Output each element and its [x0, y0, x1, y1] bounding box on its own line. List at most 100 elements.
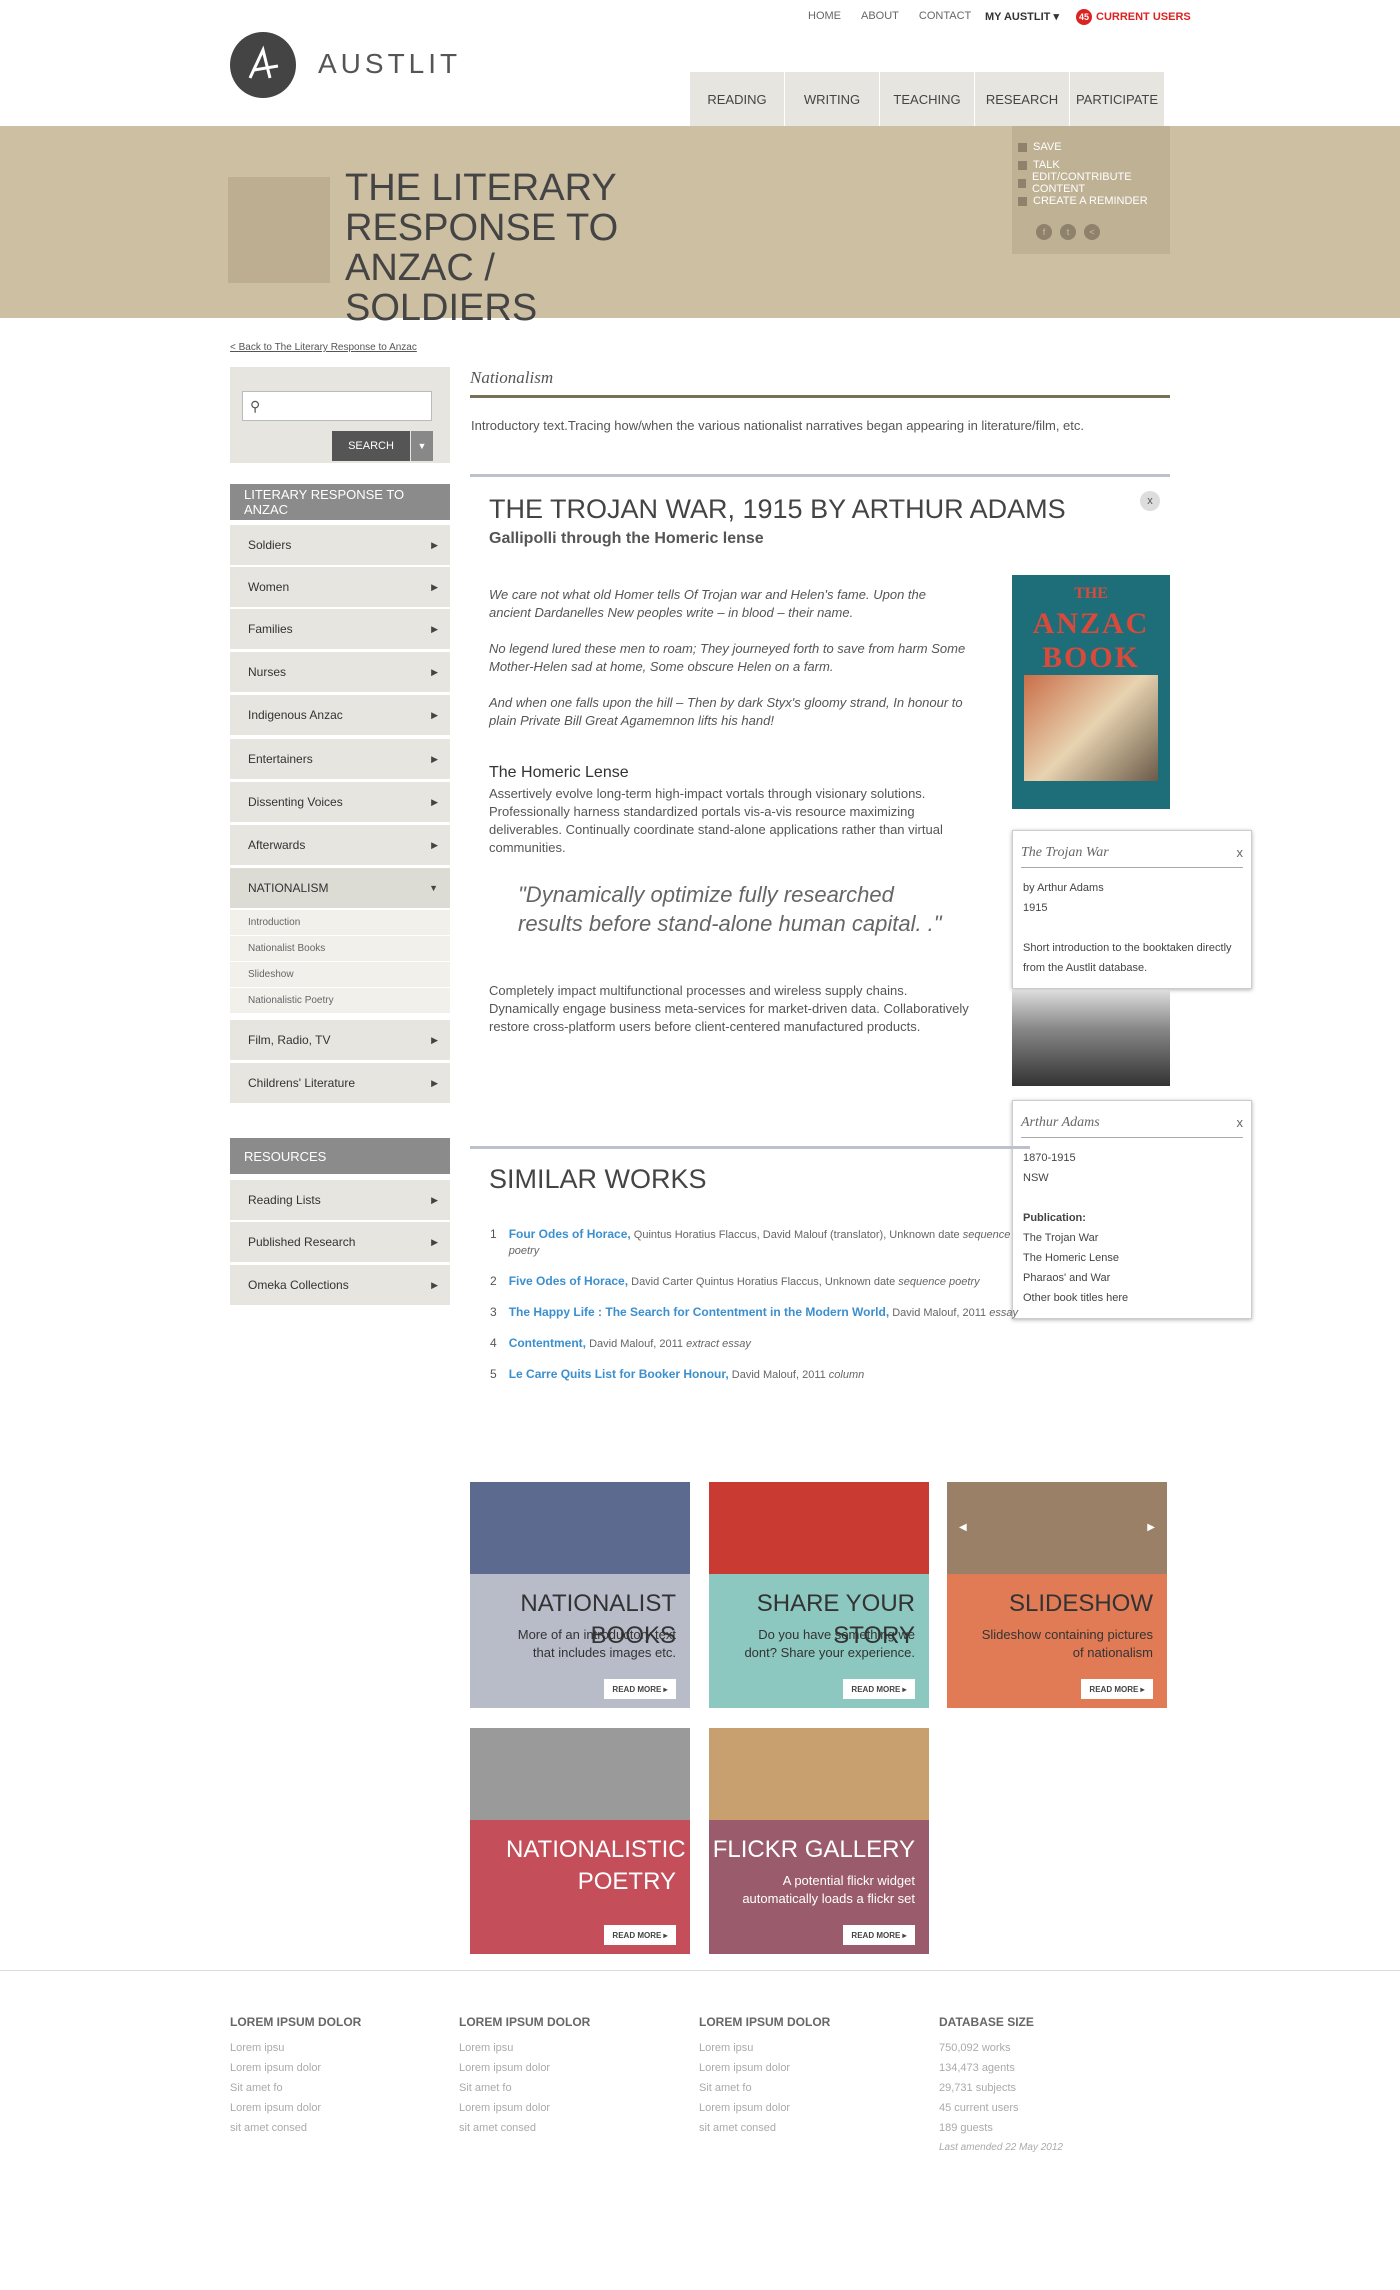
logo-text[interactable]: AUSTLIT — [318, 48, 461, 80]
read-more-button[interactable]: READ MORE ▸ — [1081, 1679, 1153, 1699]
similar-work-link[interactable]: Four Odes of Horace, — [509, 1227, 631, 1241]
sidebar-item-women[interactable]: Women ▶ — [230, 567, 450, 607]
footer-heading: LOREM IPSUM DOLOR — [459, 2015, 591, 2029]
logo-icon[interactable] — [230, 32, 296, 98]
sidebar-item-label: Nurses — [248, 665, 287, 679]
search-button[interactable]: SEARCH — [332, 431, 410, 461]
sidebar-subitem-introduction[interactable]: Introduction — [230, 910, 450, 936]
sidebar-item-nationalism[interactable]: NATIONALISM ▼ — [230, 868, 450, 908]
arrow-left-icon[interactable]: ◀ — [959, 1522, 967, 1533]
resources-heading[interactable]: RESOURCES — [230, 1138, 450, 1174]
facebook-icon[interactable]: f — [1036, 224, 1052, 240]
nav-about-link[interactable]: ABOUT — [861, 10, 899, 22]
similar-work-link[interactable]: Le Carre Quits List for Booker Honour, — [509, 1367, 729, 1381]
article-subheading: The Homeric Lense — [489, 764, 629, 781]
footer-link[interactable]: Lorem ipsum dolor — [699, 2058, 830, 2078]
share-icon[interactable]: < — [1084, 224, 1100, 240]
author-popup-pub-4[interactable]: Other book titles here — [1023, 1288, 1241, 1308]
author-photo[interactable] — [1012, 990, 1170, 1086]
sidebar-item-dissenting-voices[interactable]: Dissenting Voices ▶ — [230, 782, 450, 822]
footer-link[interactable]: Lorem ipsum dolor — [230, 2098, 361, 2118]
sidebar-subitem-nationalist-books[interactable]: Nationalist Books — [230, 936, 450, 962]
tile-nationalistic-poetry[interactable]: NATIONALISTIC POETRY READ MORE ▸ — [470, 1728, 690, 1954]
current-users[interactable]: 45 CURRENT USERS — [1076, 9, 1191, 25]
sidebar-item-entertainers[interactable]: Entertainers ▶ — [230, 739, 450, 779]
book-popup-title: The Trojan War — [1021, 845, 1109, 860]
main-nav-reading[interactable]: READING — [690, 72, 785, 126]
sidebar-item-soldiers[interactable]: Soldiers ▶ — [230, 525, 450, 565]
footer-link[interactable]: Sit amet fo — [699, 2078, 830, 2098]
footer-link[interactable]: Lorem ipsum dolor — [459, 2098, 590, 2118]
arrow-right-icon[interactable]: ▶ — [1147, 1522, 1155, 1533]
search-options-dropdown[interactable]: ▼ — [411, 431, 433, 461]
sidebar-item-nurses[interactable]: Nurses ▶ — [230, 652, 450, 692]
author-popup-pub-2[interactable]: The Homeric Lense — [1023, 1248, 1241, 1268]
search-input[interactable] — [242, 391, 432, 421]
footer-link[interactable]: sit amet consed — [230, 2118, 361, 2138]
main-nav-research[interactable]: RESEARCH — [975, 72, 1070, 126]
author-popup-pub-1[interactable]: The Trojan War — [1023, 1228, 1241, 1248]
sidebar-item-omeka-collections[interactable]: Omeka Collections ▶ — [230, 1265, 450, 1305]
sidebar-subitem-nationalistic-poetry[interactable]: Nationalistic Poetry — [230, 988, 450, 1014]
sidebar-item-reading-lists[interactable]: Reading Lists ▶ — [230, 1180, 450, 1220]
tile-nationalist-books[interactable]: NATIONALIST BOOKS More of an introductor… — [470, 1482, 690, 1708]
read-more-button[interactable]: READ MORE ▸ — [604, 1679, 676, 1699]
page-title: THE LITERARY RESPONSE TO ANZAC / SOLDIER… — [345, 167, 619, 329]
sidebar-item-childrens-literature[interactable]: Childrens' Literature ▶ — [230, 1063, 450, 1103]
arrow-right-icon: ▶ — [431, 1279, 438, 1290]
main-nav-writing[interactable]: WRITING — [785, 72, 880, 126]
article-paragraph-1: Assertively evolve long-term high-impact… — [489, 786, 943, 855]
nav-contact-link[interactable]: CONTACT — [919, 10, 971, 22]
similar-work-link[interactable]: The Happy Life : The Search for Contentm… — [509, 1305, 889, 1319]
footer-divider — [0, 1970, 1400, 1971]
sidebar-item-label: Published Research — [248, 1235, 356, 1249]
read-more-button[interactable]: READ MORE ▸ — [604, 1925, 676, 1945]
tile-title: SLIDESHOW — [1008, 1590, 1153, 1617]
footer-link[interactable]: Lorem ipsum dolor — [459, 2058, 590, 2078]
nav-home-link[interactable]: HOME — [808, 10, 841, 22]
footer-link[interactable]: Lorem ipsu — [230, 2038, 361, 2058]
main-nav-participate[interactable]: PARTICIPATE — [1070, 72, 1165, 126]
main-nav-teaching[interactable]: TEACHING — [880, 72, 975, 126]
reminder-action[interactable]: CREATE A REMINDER — [1012, 192, 1170, 210]
read-more-button[interactable]: READ MORE ▸ — [843, 1679, 915, 1699]
arrow-right-icon: ▶ — [431, 839, 438, 850]
similar-work-link[interactable]: Five Odes of Horace, — [509, 1274, 628, 1288]
back-link[interactable]: < Back to The Literary Response to Anzac — [230, 342, 417, 353]
db-stat: 750,092 works — [939, 2042, 1011, 2054]
twitter-icon[interactable]: t — [1060, 224, 1076, 240]
footer-link[interactable]: Lorem ipsu — [699, 2038, 830, 2058]
save-action[interactable]: SAVE — [1012, 138, 1170, 156]
close-icon[interactable]: x — [1140, 491, 1160, 511]
sidebar-item-label: Childrens' Literature — [248, 1076, 356, 1090]
close-icon[interactable]: x — [1237, 845, 1244, 861]
tile-slideshow[interactable]: ◀ ▶ SLIDESHOW Slideshow containing pictu… — [947, 1482, 1167, 1708]
read-more-button[interactable]: READ MORE ▸ — [843, 1925, 915, 1945]
footer-link[interactable]: Lorem ipsum dolor — [230, 2058, 361, 2078]
sidebar-item-label: Indigenous Anzac — [248, 708, 343, 722]
close-icon[interactable]: x — [1237, 1115, 1244, 1131]
sidebar-item-families[interactable]: Families ▶ — [230, 609, 450, 649]
footer-link[interactable]: sit amet consed — [699, 2118, 830, 2138]
edit-action[interactable]: EDIT/CONTRIBUTE CONTENT — [1012, 171, 1170, 195]
book-cover-image[interactable]: THE ANZAC BOOK — [1012, 575, 1170, 809]
sidebar-item-indigenous-anzac[interactable]: Indigenous Anzac ▶ — [230, 695, 450, 735]
sidebar-item-afterwards[interactable]: Afterwards ▶ — [230, 825, 450, 865]
tile-share-your-story[interactable]: SHARE YOUR STORY Do you have something w… — [709, 1482, 929, 1708]
sidebar-item-film-radio-tv[interactable]: Film, Radio, TV ▶ — [230, 1020, 450, 1060]
similar-work-link[interactable]: Contentment, — [509, 1336, 586, 1350]
sidebar-subitem-slideshow[interactable]: Slideshow — [230, 962, 450, 988]
author-popup-pub-3[interactable]: Pharaos' and War — [1023, 1268, 1241, 1288]
author-info-popup: Arthur Adams x 1870-1915 NSW Publication:… — [1012, 1100, 1252, 1319]
footer-link[interactable]: Sit amet fo — [459, 2078, 590, 2098]
tile-flickr-gallery[interactable]: FLICKR GALLERY A potential flickr widget… — [709, 1728, 929, 1954]
footer-link[interactable]: Lorem ipsum dolor — [699, 2098, 830, 2118]
footer-link[interactable]: Lorem ipsu — [459, 2038, 590, 2058]
sidebar-heading[interactable]: LITERARY RESPONSE TO ANZAC — [230, 484, 450, 520]
footer-link[interactable]: sit amet consed — [459, 2118, 590, 2138]
my-austlit-dropdown[interactable]: MY AUSTLIT ▾ — [985, 10, 1059, 23]
footer-heading: DATABASE SIZE — [939, 2015, 1034, 2029]
list-item-meta: David Malouf, 2011 — [889, 1307, 990, 1319]
footer-link[interactable]: Sit amet fo — [230, 2078, 361, 2098]
sidebar-item-published-research[interactable]: Published Research ▶ — [230, 1222, 450, 1262]
